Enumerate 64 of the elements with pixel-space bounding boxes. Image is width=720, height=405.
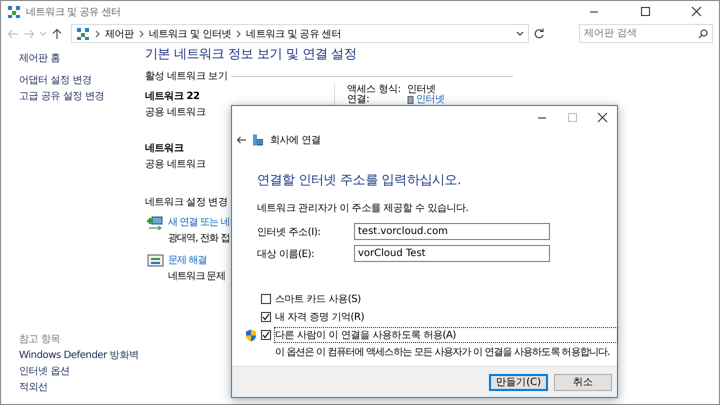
sidebar-link[interactable]: Windows Defender 방화벽 bbox=[19, 348, 145, 364]
chevron-icon bbox=[95, 30, 100, 38]
task-link[interactable]: 문제 해결 bbox=[168, 253, 207, 267]
text-field[interactable]: vorCloud Test bbox=[354, 245, 550, 262]
field-label: 연결: bbox=[347, 95, 370, 105]
connection-link[interactable]: 인터넷 bbox=[416, 95, 445, 105]
search-field[interactable]: 제어판 검색 bbox=[579, 24, 713, 43]
task-description: 네트워크 문제 bbox=[168, 270, 225, 283]
maximize-icon[interactable] bbox=[639, 6, 651, 17]
troubleshoot-icon bbox=[147, 253, 165, 269]
checkbox[interactable] bbox=[261, 330, 271, 340]
close-icon[interactable] bbox=[596, 112, 608, 122]
shield-icon bbox=[245, 328, 257, 342]
checkbox[interactable] bbox=[261, 312, 271, 322]
section-label: 활성 네트워크 보기 bbox=[145, 70, 228, 83]
dialog-button[interactable]: 만들기(C) bbox=[489, 374, 548, 390]
adapter-icon bbox=[407, 96, 414, 104]
field-label: 인터넷 주소(I): bbox=[257, 226, 322, 238]
window-title: 네트워크 및 공유 센터 bbox=[26, 6, 122, 18]
sidebar-link[interactable]: 제어판 홈 bbox=[19, 51, 145, 67]
option-note: 이 옵션은 이 컴퓨터에 액세스하는 모든 사용자가 이 연결을 사용하도록 허용합니다. bbox=[275, 346, 610, 359]
chevron-icon bbox=[236, 30, 242, 38]
dropdown-icon[interactable] bbox=[516, 30, 524, 36]
close-icon[interactable] bbox=[690, 6, 702, 17]
task-description: 광대역, 전화 접 bbox=[168, 232, 230, 245]
network-type: 공용 네트워크 bbox=[145, 158, 206, 171]
forward-icon bbox=[23, 28, 35, 40]
up-button[interactable] bbox=[51, 28, 63, 40]
dialog-button[interactable]: 취소 bbox=[554, 374, 612, 390]
breadcrumb-item[interactable]: 네트워크 및 공유 센터 bbox=[246, 26, 341, 40]
network-name: 네트워크 22 bbox=[145, 90, 200, 103]
dialog-heading: 연결할 인터넷 주소를 입력하십시오. bbox=[257, 172, 462, 189]
dialog-title: 회사에 연결 bbox=[270, 134, 321, 147]
breadcrumb-item[interactable]: 네트워크 및 인터넷 bbox=[148, 26, 232, 40]
back-icon bbox=[7, 28, 19, 40]
network-setup-icon bbox=[147, 215, 165, 231]
breadcrumb-item[interactable]: 제어판 bbox=[105, 26, 134, 40]
sidebar-link[interactable]: 적외선 bbox=[19, 380, 145, 396]
network-type: 공용 네트워크 bbox=[145, 106, 206, 119]
instruction-text: 네트워크 관리자가 이 주소를 제공할 수 있습니다. bbox=[257, 202, 470, 215]
building-icon bbox=[252, 134, 264, 146]
network-icon bbox=[76, 26, 90, 40]
task-link[interactable]: 새 연결 또는 네 bbox=[168, 215, 230, 229]
field-value: 인터넷 bbox=[407, 85, 436, 95]
sidebar-link[interactable]: 고급 공유 설정 변경 bbox=[19, 89, 145, 105]
checkbox-label[interactable]: 다른 사람이 이 연결을 사용하도록 허용(A) bbox=[275, 328, 617, 342]
sidebar-link[interactable]: 인터넷 옵션 bbox=[19, 364, 145, 380]
network-icon bbox=[7, 4, 21, 18]
search-icon bbox=[698, 29, 708, 39]
text-field[interactable]: test.vorcloud.com bbox=[354, 223, 550, 240]
checkbox-label[interactable]: 스마트 카드 사용(S) bbox=[275, 292, 617, 306]
field-label: 액세스 형식: bbox=[347, 85, 402, 95]
chevron-icon bbox=[138, 30, 144, 38]
field-label: 대상 이름(E): bbox=[257, 248, 316, 260]
section-label: 참고 항목 bbox=[19, 333, 62, 347]
checkbox[interactable] bbox=[261, 294, 271, 304]
network-name: 네트워크 bbox=[145, 142, 184, 155]
section-label: 네트워크 설정 변경 bbox=[145, 196, 228, 209]
page-heading: 기본 네트워크 정보 보기 및 연결 설정 bbox=[145, 46, 358, 63]
checkbox-label[interactable]: 내 자격 증명 기억(R) bbox=[275, 310, 617, 324]
up-icon bbox=[51, 28, 63, 40]
sidebar-link[interactable]: 어댑터 설정 변경 bbox=[19, 73, 145, 89]
back-button[interactable] bbox=[236, 136, 246, 144]
refresh-icon[interactable] bbox=[533, 28, 545, 40]
